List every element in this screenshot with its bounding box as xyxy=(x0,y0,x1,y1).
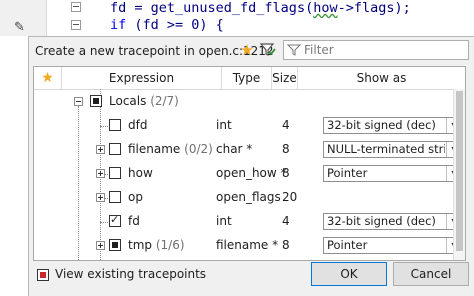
expand-icon[interactable] xyxy=(96,241,105,250)
show-as-select[interactable]: 32-bit signed (dec) ▼ xyxy=(323,117,463,134)
column-header-size[interactable]: Size xyxy=(272,67,298,89)
show-as-value: NULL-terminated string xyxy=(327,142,445,156)
row-type: int xyxy=(216,118,232,132)
expression-table[interactable]: ★ Expression Type Size Show as Locals (2… xyxy=(33,66,466,261)
show-as-value: Pointer xyxy=(327,238,368,252)
row-checkbox[interactable] xyxy=(109,213,121,227)
star-column-icon[interactable]: ★ xyxy=(34,67,62,89)
filter-input[interactable] xyxy=(304,41,464,59)
row-checkbox[interactable] xyxy=(109,167,121,179)
table-row[interactable]: fd int 4 32-bit signed (dec) ▼ xyxy=(34,209,465,233)
row-size: 8 xyxy=(282,238,290,252)
show-as-value: 32-bit signed (dec) xyxy=(327,214,436,228)
view-existing-checkbox[interactable] xyxy=(37,269,49,281)
filter-field[interactable] xyxy=(283,40,469,60)
search-filter-icon xyxy=(287,44,301,56)
fold-marker[interactable] xyxy=(71,20,81,30)
table-row[interactable]: op open_flags 20 xyxy=(34,185,465,209)
row-type: open_flags xyxy=(216,190,281,204)
row-expression: dfd xyxy=(128,118,148,132)
vertical-scrollbar[interactable] xyxy=(453,89,465,260)
show-as-value: 32-bit signed (dec) xyxy=(327,118,436,132)
row-size: 4 xyxy=(282,214,290,228)
row-type: int xyxy=(216,214,232,228)
table-row[interactable]: how open_how * 8 Pointer ▼ xyxy=(34,161,465,185)
code-line: if (fd >= 0) { xyxy=(110,17,224,33)
collapse-icon[interactable] xyxy=(74,97,83,106)
expand-icon[interactable] xyxy=(96,169,105,178)
ok-button[interactable]: OK xyxy=(311,262,387,286)
view-existing-label: View existing tracepoints xyxy=(55,267,207,281)
create-tracepoint-dialog: Create a new tracepoint in open.c:1212 ★… xyxy=(28,36,474,296)
show-as-value: Pointer xyxy=(327,166,368,180)
column-header-expression[interactable]: Expression xyxy=(62,67,222,89)
code-editor[interactable]: ✎ fd = get_unused_fd_flags(how->flags); … xyxy=(0,0,474,36)
expand-icon[interactable] xyxy=(96,145,105,154)
row-checkbox[interactable] xyxy=(90,95,102,107)
show-as-select[interactable]: Pointer ▼ xyxy=(323,165,463,182)
show-as-select[interactable]: NULL-terminated string ▼ xyxy=(323,141,463,158)
row-checkbox[interactable] xyxy=(109,191,121,203)
table-row[interactable]: tmp (1/6) filename * 8 Pointer ▼ xyxy=(34,233,465,257)
star-icon[interactable]: ★ xyxy=(237,40,257,60)
table-row[interactable]: dfd int 4 32-bit signed (dec) ▼ xyxy=(34,113,465,137)
code-line: fd = get_unused_fd_flags(how->flags); xyxy=(110,0,411,16)
row-type: char * xyxy=(216,142,253,156)
row-size: 8 xyxy=(282,166,290,180)
row-expression: filename (0/2) xyxy=(128,142,213,156)
row-checkbox[interactable] xyxy=(109,143,121,155)
row-expression: op xyxy=(128,190,143,204)
scrollbar-thumb[interactable] xyxy=(456,91,463,251)
row-expression: how xyxy=(128,166,153,180)
row-expression: tmp (1/6) xyxy=(128,238,185,252)
row-size: 4 xyxy=(282,118,290,132)
pencil-icon: ✎ xyxy=(14,20,25,35)
expand-icon[interactable] xyxy=(96,193,105,202)
show-as-select[interactable]: Pointer ▼ xyxy=(323,237,463,254)
table-header: ★ Expression Type Size Show as xyxy=(34,67,465,90)
column-header-type[interactable]: Type xyxy=(222,67,272,89)
row-size: 8 xyxy=(282,142,290,156)
row-type: filename * xyxy=(216,238,279,252)
show-as-select[interactable]: 32-bit signed (dec) ▼ xyxy=(323,213,463,230)
row-type: open_how * xyxy=(216,166,287,180)
row-expression: Locals (2/7) xyxy=(109,94,179,108)
row-size: 20 xyxy=(282,190,298,204)
table-row[interactable]: filename (0/2) char * 8 NULL-terminated … xyxy=(34,137,465,161)
fold-marker[interactable] xyxy=(71,2,81,12)
row-checkbox[interactable] xyxy=(109,239,121,251)
table-body: Locals (2/7) dfd int 4 32-bit signed (de… xyxy=(34,89,465,260)
row-checkbox[interactable] xyxy=(109,119,121,131)
table-row[interactable]: Locals (2/7) xyxy=(34,89,465,113)
cancel-button[interactable]: Cancel xyxy=(393,262,469,286)
column-header-show-as[interactable]: Show as xyxy=(298,67,465,89)
row-expression: fd xyxy=(128,214,140,228)
filter-icon[interactable] xyxy=(259,41,279,61)
